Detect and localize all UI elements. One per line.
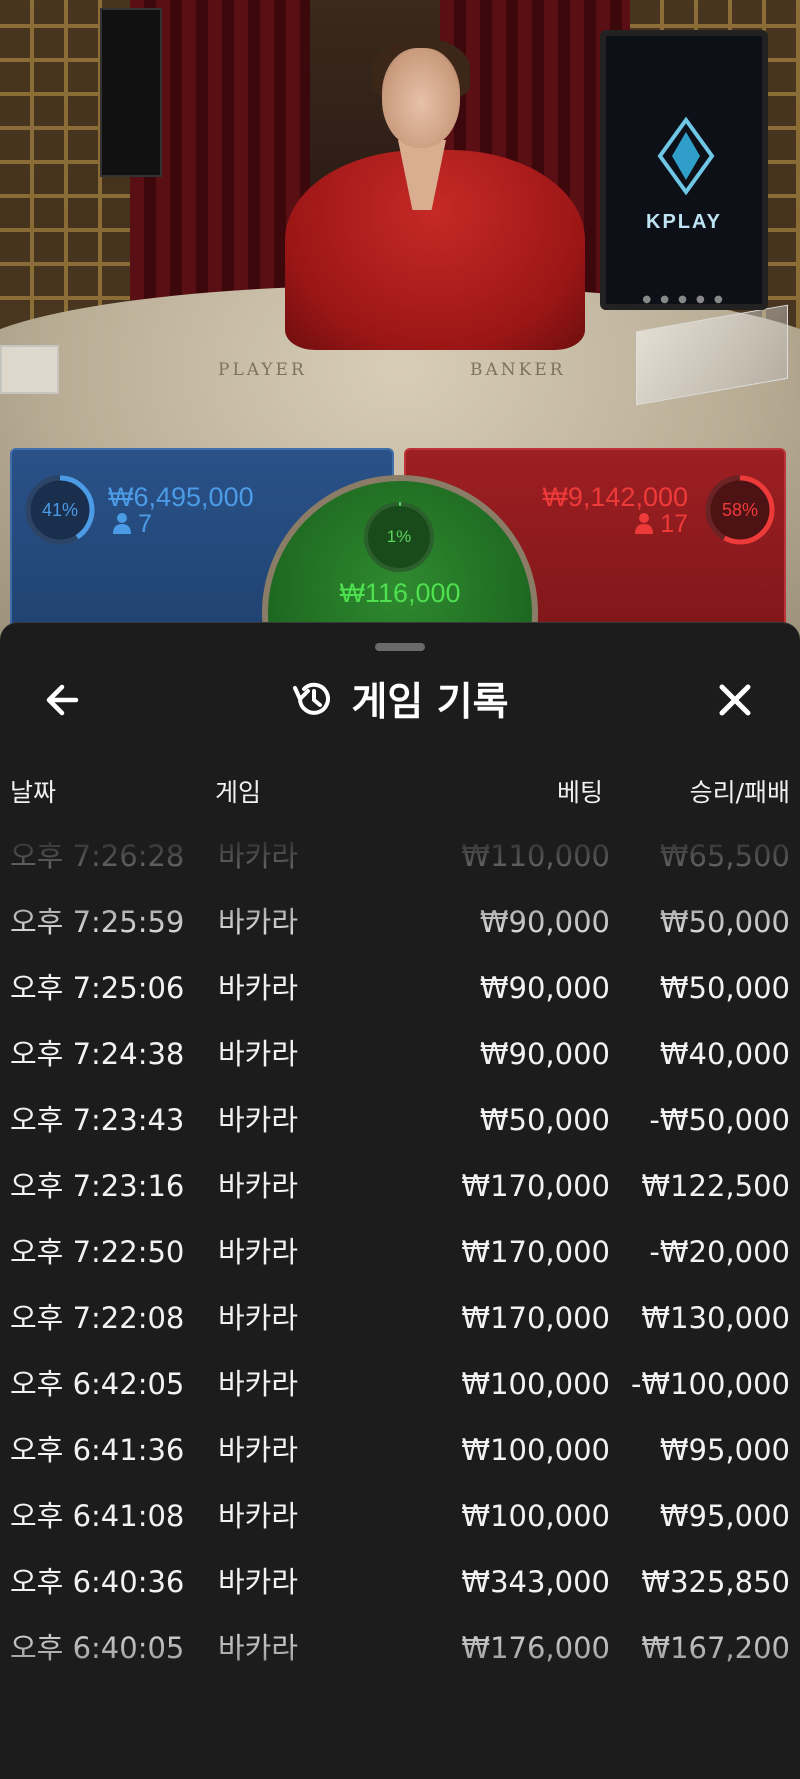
card-shoe: [0, 345, 59, 394]
row-date: 오후 7:26:28: [10, 839, 185, 873]
table-row[interactable]: 오후 6:40:36 바카라 ₩343,000 ₩325,850: [0, 1549, 800, 1615]
row-bet: ₩343,000: [461, 1565, 610, 1599]
table-row[interactable]: 오후 7:22:50 바카라 ₩170,000 -₩20,000: [0, 1219, 800, 1285]
monitor-brand-text: KPLAY: [646, 211, 722, 233]
row-game: 바카라: [218, 1169, 299, 1203]
row-win-loss: ₩325,850: [641, 1565, 790, 1599]
row-game: 바카라: [218, 839, 299, 873]
sheet-drag-handle[interactable]: [375, 643, 425, 651]
tie-bet-amount: ₩116,000: [339, 578, 461, 608]
game-history-sheet: 게임 기록 날짜 게임 베팅 승리/패배 오후 7:26:28 바카라 ₩110…: [0, 622, 800, 1779]
row-date: 오후 7:23:16: [10, 1169, 185, 1203]
row-win-loss: ₩40,000: [659, 1037, 790, 1071]
row-bet: ₩170,000: [461, 1235, 610, 1269]
history-icon: [293, 682, 331, 715]
row-bet: ₩50,000: [479, 1103, 610, 1137]
row-date: 오후 7:22:08: [10, 1301, 185, 1335]
row-game: 바카라: [218, 1499, 299, 1533]
player-bettor-count-value: 7: [138, 510, 152, 538]
dealer-face: [382, 48, 460, 148]
row-game: 바카라: [218, 1103, 299, 1137]
row-game: 바카라: [218, 971, 299, 1005]
row-game: 바카라: [218, 1037, 299, 1071]
table-label-player: PLAYER: [218, 360, 307, 380]
row-game: 바카라: [218, 905, 299, 939]
row-win-loss: ₩122,500: [641, 1169, 790, 1203]
row-date: 오후 7:25:06: [10, 971, 185, 1005]
row-date: 오후 7:22:50: [10, 1235, 185, 1269]
person-icon: [635, 513, 654, 534]
table-row[interactable]: 오후 7:23:16 바카라 ₩170,000 ₩122,500: [0, 1153, 800, 1219]
row-bet: ₩100,000: [461, 1499, 610, 1533]
row-win-loss: ₩95,000: [659, 1499, 790, 1533]
player-bet-amount: ₩6,495,000: [108, 482, 254, 512]
row-win-loss: ₩95,000: [659, 1433, 790, 1467]
row-game: 바카라: [218, 1235, 299, 1269]
row-win-loss: ₩65,500: [659, 839, 790, 873]
table-row[interactable]: 오후 6:41:36 바카라 ₩100,000 ₩95,000: [0, 1417, 800, 1483]
table-row[interactable]: 오후 6:40:05 바카라 ₩176,000 ₩167,200: [0, 1615, 800, 1681]
table-row[interactable]: 오후 7:22:08 바카라 ₩170,000 ₩130,000: [0, 1285, 800, 1351]
row-bet: ₩170,000: [461, 1169, 610, 1203]
row-date: 오후 7:24:38: [10, 1037, 185, 1071]
row-bet: ₩170,000: [461, 1301, 610, 1335]
row-bet: ₩176,000: [461, 1631, 610, 1665]
table-row[interactable]: 오후 7:23:43 바카라 ₩50,000 -₩50,000: [0, 1087, 800, 1153]
row-date: 오후 6:41:36: [10, 1433, 185, 1467]
tie-percent: 1%: [386, 527, 412, 546]
row-date: 오후 6:40:36: [10, 1565, 185, 1599]
monitor-dots: ● ● ● ● ●: [642, 294, 726, 305]
row-date: 오후 6:42:05: [10, 1367, 185, 1401]
row-bet: ₩90,000: [479, 971, 610, 1005]
table-row[interactable]: 오후 6:42:05 바카라 ₩100,000 -₩100,000: [0, 1351, 800, 1417]
person-icon: [113, 513, 131, 534]
row-win-loss: -₩100,000: [630, 1367, 790, 1401]
row-win-loss: -₩50,000: [649, 1103, 790, 1137]
row-win-loss: ₩50,000: [659, 905, 790, 939]
kplay-logo-icon: [657, 116, 715, 196]
player-percent: 41%: [41, 500, 79, 520]
column-header-win-loss: 승리/패배: [689, 778, 790, 807]
column-header-date: 날짜: [10, 778, 57, 807]
table-row[interactable]: 오후 7:26:28 바카라 ₩110,000 ₩65,500: [0, 823, 800, 889]
row-date: 오후 6:40:05: [10, 1631, 185, 1665]
studio-monitor: KPLAY ● ● ● ● ●: [600, 30, 768, 310]
row-date: 오후 6:41:08: [10, 1499, 185, 1533]
table-row[interactable]: 오후 7:24:38 바카라 ₩90,000 ₩40,000: [0, 1021, 800, 1087]
row-game: 바카라: [218, 1367, 299, 1401]
row-game: 바카라: [218, 1433, 299, 1467]
row-win-loss: ₩130,000: [641, 1301, 790, 1335]
table-row[interactable]: 오후 6:41:08 바카라 ₩100,000 ₩95,000: [0, 1483, 800, 1549]
row-bet: ₩110,000: [461, 839, 610, 873]
table-row[interactable]: 오후 7:25:59 바카라 ₩90,000 ₩50,000: [0, 889, 800, 955]
banker-percent: 58%: [721, 500, 759, 520]
row-bet: ₩100,000: [461, 1367, 610, 1401]
row-bet: ₩90,000: [479, 1037, 610, 1071]
row-game: 바카라: [218, 1565, 299, 1599]
row-win-loss: ₩50,000: [659, 971, 790, 1005]
row-win-loss: ₩167,200: [641, 1631, 790, 1665]
table-label-banker: BANKER: [470, 360, 566, 380]
column-header-bet: 베팅: [556, 778, 603, 807]
table-row[interactable]: 오후 7:25:06 바카라 ₩90,000 ₩50,000: [0, 955, 800, 1021]
row-game: 바카라: [218, 1631, 299, 1665]
column-header-game: 게임: [215, 778, 262, 807]
row-date: 오후 7:23:43: [10, 1103, 185, 1137]
banker-bet-amount: ₩9,142,000: [542, 482, 688, 512]
row-bet: ₩100,000: [461, 1433, 610, 1467]
row-win-loss: -₩20,000: [649, 1235, 790, 1269]
banker-bettor-count-value: 17: [660, 510, 688, 538]
banker-bettor-count: 17: [634, 510, 688, 539]
player-bettor-count: 7: [112, 510, 152, 539]
sheet-header: 게임 기록: [0, 671, 800, 727]
sheet-title: 게임 기록: [351, 680, 509, 725]
studio-sign: [100, 8, 162, 177]
row-bet: ₩90,000: [479, 905, 610, 939]
row-date: 오후 7:25:59: [10, 905, 185, 939]
close-icon[interactable]: [710, 675, 760, 725]
row-game: 바카라: [218, 1301, 299, 1335]
